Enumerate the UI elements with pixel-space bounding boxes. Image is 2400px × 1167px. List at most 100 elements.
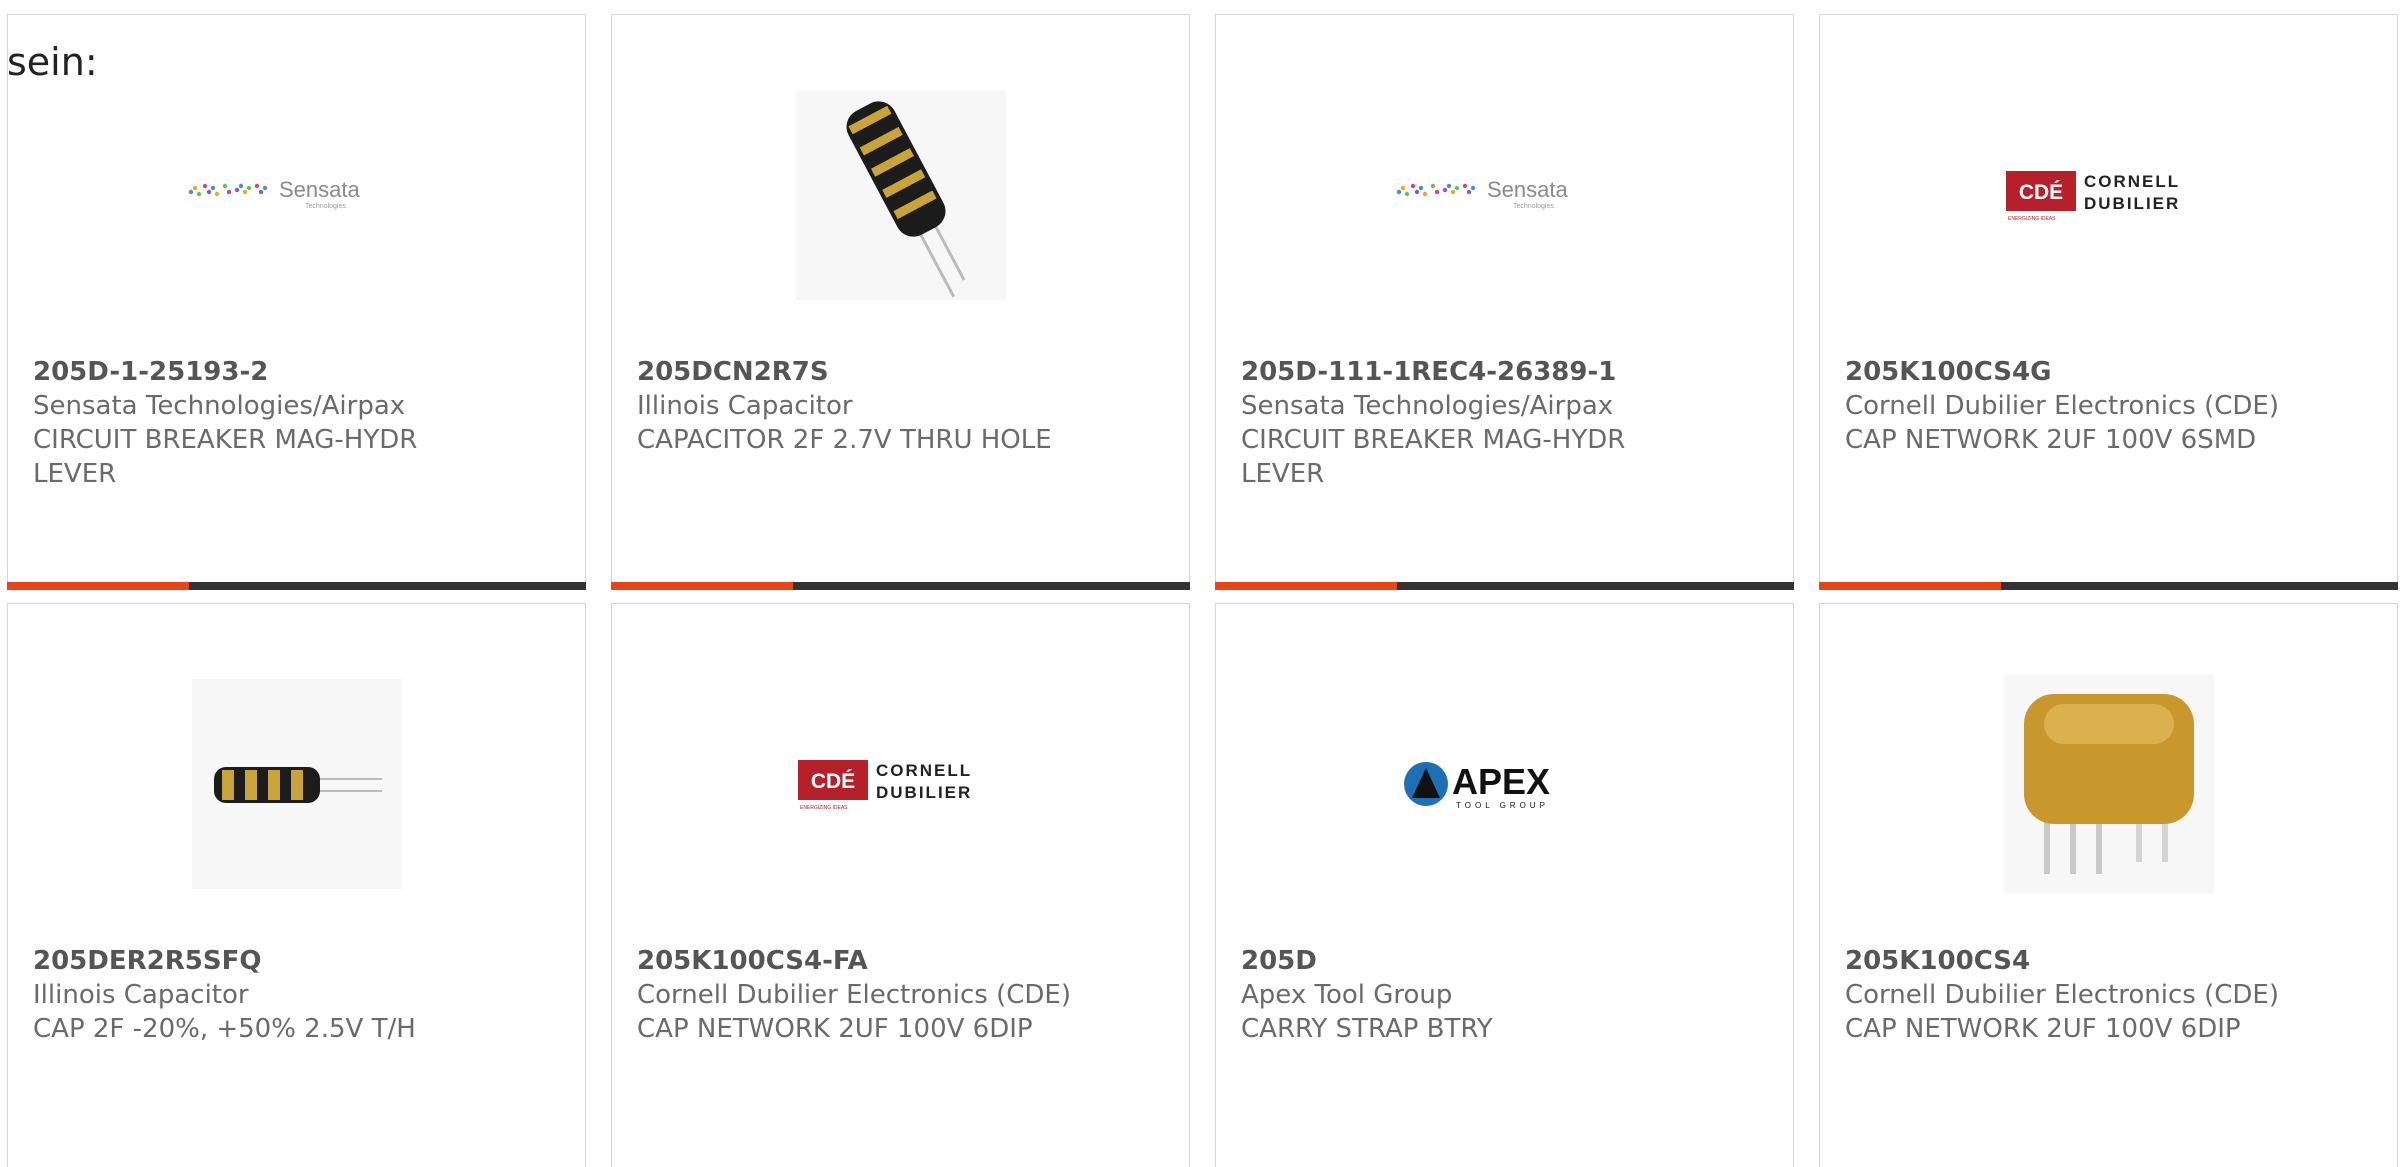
product-card[interactable]: 205K100CS4 Cornell Dubilier Electronics (…	[1819, 603, 2398, 1167]
logo-dot	[1454, 185, 1459, 191]
product-image[interactable]: Sensata Technologies	[1216, 75, 1793, 315]
logo-mark: CDÉ	[2018, 181, 2062, 204]
logo-dot	[1422, 191, 1427, 197]
logo-dot	[1466, 189, 1471, 195]
product-card[interactable]: CDÉ CORNELL DUBILIER ENERGIZING IDEAS 205K10…	[1819, 14, 2398, 590]
logo-dot	[222, 183, 227, 189]
logo-line-2: DUBILIER	[876, 783, 972, 802]
product-description: CARRY STRAP BTRY	[1241, 1014, 1493, 1044]
product-description: CAP NETWORK 2UF 100V 6DIP	[637, 1014, 1033, 1044]
logo-dot	[188, 189, 193, 195]
card-bar-accent	[7, 582, 190, 590]
product-image[interactable]	[8, 664, 585, 904]
logo-subtext: TOOL GROUP	[1456, 801, 1549, 810]
logo-dot	[1446, 183, 1451, 189]
cap-network-image	[2003, 674, 2214, 894]
logo-text: APEX	[1452, 761, 1550, 802]
logo-dot	[238, 183, 243, 189]
logo-dot	[1396, 189, 1401, 195]
logo-dot	[262, 185, 267, 191]
product-description: CIRCUIT BREAKER MAG-HYDR	[33, 425, 418, 455]
part-number-link[interactable]: 205D	[1241, 944, 1773, 978]
logo-dot	[1462, 183, 1467, 189]
logo-line-1: CORNELL	[876, 761, 972, 780]
intro-text: sein:	[7, 40, 98, 84]
logo-dot	[1418, 185, 1423, 191]
product-info: 205D-111-1REC4-26389-1 Sensata Technologi…	[1241, 355, 1773, 491]
cde-logo-image: CDÉ CORNELL DUBILIER ENERGIZING IDEAS	[797, 760, 972, 811]
manufacturer-name: Cornell Dubilier Electronics (CDE)	[1845, 980, 2279, 1010]
product-grid: Sensata Technologies 205D-1-25193-2 Sensata…	[7, 14, 2398, 1167]
product-description: LEVER	[1241, 459, 1325, 489]
logo-dot	[1442, 187, 1447, 193]
logo-dot	[1414, 189, 1419, 195]
product-description: LEVER	[33, 459, 117, 489]
part-number-link[interactable]: 205K100CS4-FA	[637, 944, 1169, 978]
product-description: CAP 2F -20%, +50% 2.5V T/H	[33, 1014, 416, 1044]
manufacturer-name: Cornell Dubilier Electronics (CDE)	[1845, 391, 2279, 421]
sensata-logo-image: SensataTechnologies	[188, 177, 360, 210]
part-number-link[interactable]: 205K100CS4G	[1845, 355, 2377, 389]
logo-dot	[258, 189, 263, 195]
logo-dot	[1404, 191, 1409, 197]
logo-dot	[246, 185, 251, 191]
product-card[interactable]: CDÉ CORNELL DUBILIER ENERGIZING IDEAS 205K10…	[611, 603, 1190, 1167]
logo-dot	[196, 191, 201, 197]
product-info: 205D Apex Tool Group CARRY STRAP BTRY	[1241, 944, 1773, 1046]
logo-tagline: ENERGIZING IDEAS	[2008, 216, 2056, 222]
product-image[interactable]	[1820, 664, 2397, 904]
logo-dot	[1400, 185, 1405, 191]
capacitor-print	[221, 770, 234, 800]
product-info: 205K100CS4-FA Cornell Dubilier Electronic…	[637, 944, 1169, 1046]
card-bottom-bar	[1819, 582, 2398, 590]
product-card[interactable]: 205DCN2R7S Illinois Capacitor CAPACITOR 2F…	[611, 14, 1190, 590]
logo-dot	[1430, 183, 1435, 189]
component-highlight	[2043, 704, 2174, 744]
logo-dot	[206, 189, 211, 195]
capacitor-print	[267, 770, 280, 800]
product-card[interactable]: 205DER2R5SFQ Illinois Capacitor CAP 2F -20…	[7, 603, 586, 1167]
capacitor-image	[795, 90, 1006, 300]
part-number-link[interactable]: 205K100CS4	[1845, 944, 2377, 978]
card-bottom-bar	[1215, 582, 1794, 590]
product-info: 205K100CS4 Cornell Dubilier Electronics (…	[1845, 944, 2377, 1046]
part-number-link[interactable]: 205DCN2R7S	[637, 355, 1169, 389]
part-number-link[interactable]: 205DER2R5SFQ	[33, 944, 565, 978]
product-card[interactable]: Sensata Technologies 205D-111-1REC4-26389-…	[1215, 14, 1794, 590]
card-bar-accent	[1819, 582, 2002, 590]
manufacturer-name: Illinois Capacitor	[637, 391, 853, 421]
logo-dot	[1470, 185, 1475, 191]
card-bar-accent	[611, 582, 794, 590]
card-bar-accent	[1215, 582, 1398, 590]
product-info: 205D-1-25193-2 Sensata Technologies/Airpa…	[33, 355, 565, 491]
logo-dot	[1450, 189, 1455, 195]
product-info: 205DER2R5SFQ Illinois Capacitor CAP 2F -20…	[33, 944, 565, 1046]
product-image[interactable]: Sensata Technologies	[8, 75, 585, 315]
product-card[interactable]: APEX TOOL GROUP 205D Apex Tool Group CARRY S…	[1215, 603, 1794, 1167]
apex-logo-image: APEXTOOL GROUP	[1403, 761, 1550, 810]
product-card[interactable]: Sensata Technologies 205D-1-25193-2 Sensata…	[7, 14, 586, 590]
manufacturer-name: Sensata Technologies/Airpax	[33, 391, 406, 421]
logo-subtext: Technologies	[305, 203, 346, 210]
manufacturer-name: Cornell Dubilier Electronics (CDE)	[637, 980, 1071, 1010]
logo-line-1: CORNELL	[2084, 172, 2180, 191]
manufacturer-name: Sensata Technologies/Airpax	[1241, 391, 1614, 421]
logo-dot	[1434, 189, 1439, 195]
product-image[interactable]	[612, 75, 1189, 315]
cde-logo-image: CDÉ CORNELL DUBILIER ENERGIZING IDEAS	[2005, 171, 2180, 222]
card-bottom-bar	[611, 582, 1190, 590]
part-number-link[interactable]: 205D-1-25193-2	[33, 355, 565, 389]
product-image[interactable]: CDÉ CORNELL DUBILIER ENERGIZING IDEAS	[1820, 75, 2397, 315]
logo-dot	[214, 191, 219, 197]
capacitor-print	[244, 770, 257, 800]
card-bottom-bar	[7, 582, 586, 590]
product-image[interactable]: APEX TOOL GROUP	[1216, 664, 1793, 904]
product-info: 205K100CS4G Cornell Dubilier Electronics …	[1845, 355, 2377, 457]
product-image[interactable]: CDÉ CORNELL DUBILIER ENERGIZING IDEAS	[612, 664, 1189, 904]
capacitor-print	[290, 770, 303, 800]
logo-text: Sensata	[279, 177, 360, 202]
part-number-link[interactable]: 205D-111-1REC4-26389-1	[1241, 355, 1773, 389]
logo-line-2: DUBILIER	[2084, 194, 2180, 213]
product-description: CAP NETWORK 2UF 100V 6SMD	[1845, 425, 2257, 455]
logo-dot	[202, 183, 207, 189]
